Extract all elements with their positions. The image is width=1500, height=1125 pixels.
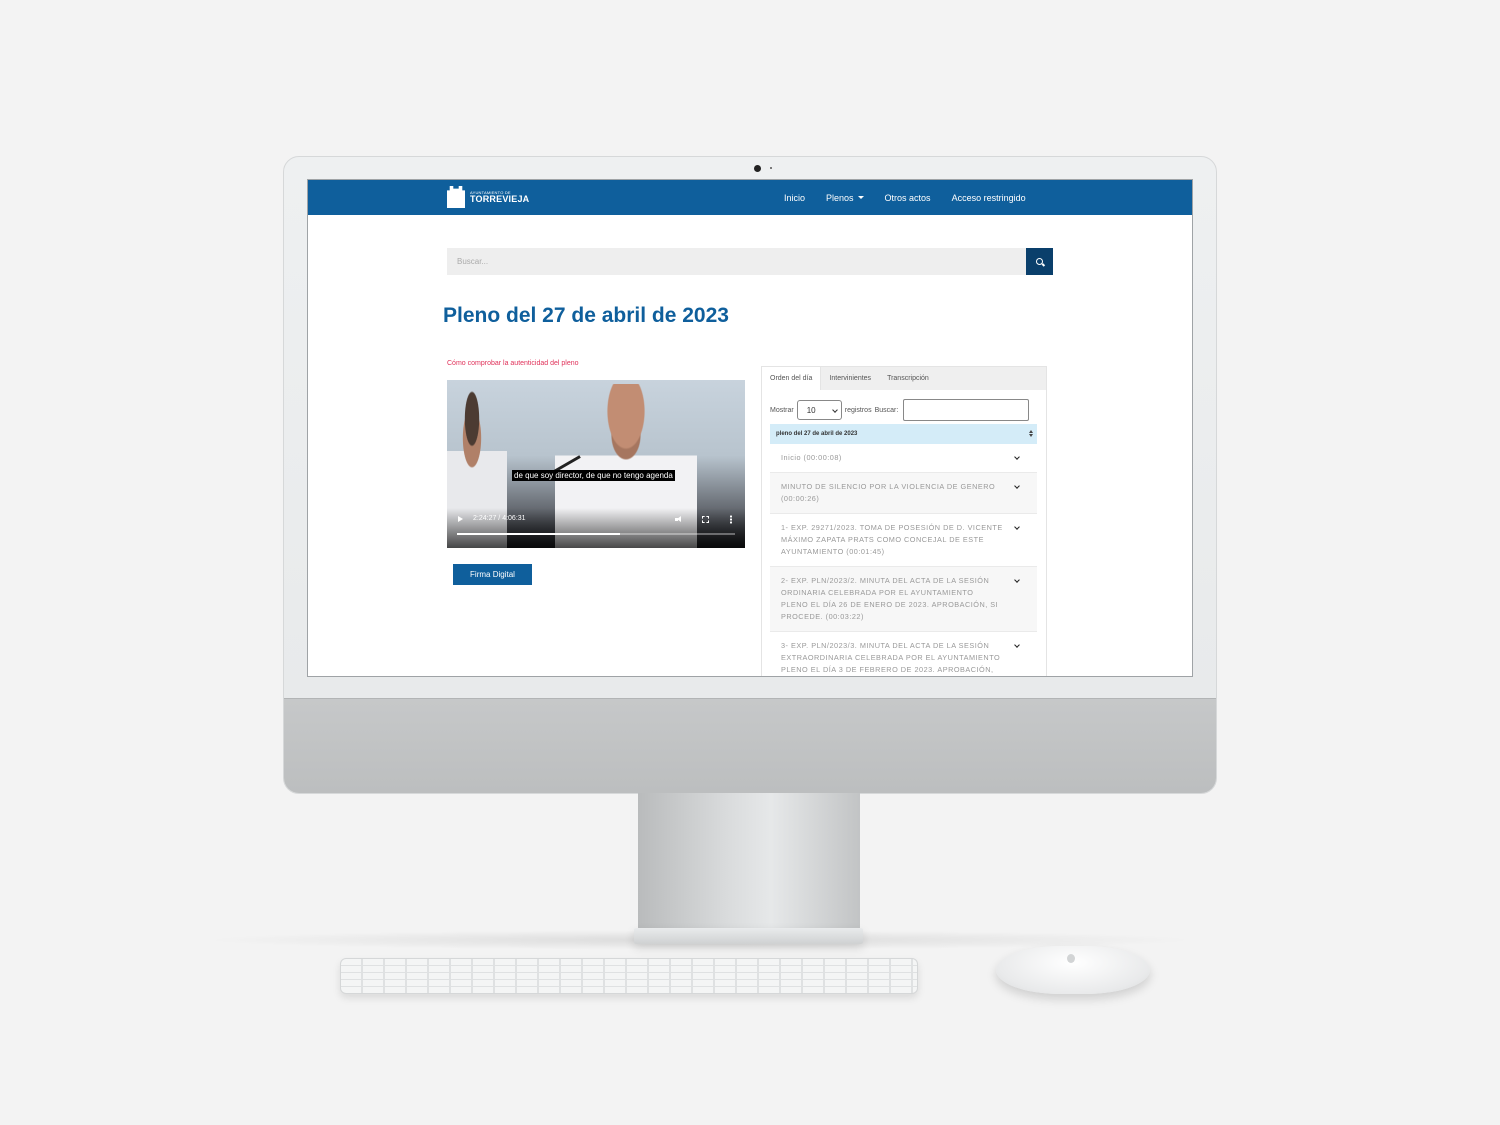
nav-link-otros-actos[interactable]: Otros actos [885, 193, 931, 203]
agenda-list: Inicio (00:00:08) MINUTO DE SILENCIO POR… [770, 444, 1037, 676]
monitor-chin [284, 698, 1216, 793]
firma-digital-button[interactable]: Firma Digital [453, 564, 532, 585]
video-player[interactable]: de que soy director, de que no tengo age… [447, 380, 745, 548]
mouse [996, 946, 1150, 994]
agenda-item-label: MINUTO DE SILENCIO POR LA VIOLENCIA DE G… [781, 482, 996, 503]
play-icon[interactable] [458, 516, 463, 522]
filter-label: Buscar: [874, 406, 899, 414]
agenda-item-label: 1- EXP. 29271/2023. TOMA DE POSESIÓN DE … [781, 523, 1003, 556]
nav-links: Inicio Plenos Otros actos Acceso restrin… [784, 180, 1026, 215]
nav-link-label: Plenos [826, 192, 854, 203]
nav-link-plenos[interactable]: Plenos [826, 193, 864, 203]
search-bar [447, 248, 1053, 275]
video-subtitle: de que soy director, de que no tengo age… [512, 470, 675, 481]
table-filter-input[interactable] [903, 399, 1030, 421]
page-title: Pleno del 27 de abril de 2023 [443, 304, 729, 327]
tab-transcripcion[interactable]: Transcripción [879, 367, 937, 390]
site-logo[interactable]: AYUNTAMIENTO DE TORREVIEJA [447, 186, 529, 208]
records-label: registros [844, 406, 872, 414]
caret-down-icon [857, 196, 864, 199]
nav-link-label: Otros actos [884, 192, 931, 203]
screen: AYUNTAMIENTO DE TORREVIEJA Inicio Plenos… [307, 179, 1193, 677]
video-controls [447, 508, 745, 548]
logo-text: AYUNTAMIENTO DE TORREVIEJA [470, 190, 530, 204]
agenda-item[interactable]: 3- EXP. PLN/2023/3. MINUTA DEL ACTA DE L… [770, 632, 1037, 676]
search-icon [1036, 258, 1043, 265]
page-size-select[interactable]: 10 [796, 400, 842, 420]
nav-link-label: Inicio [784, 192, 806, 203]
chevron-down-icon [1014, 524, 1020, 530]
nav-link-acceso-restringido[interactable]: Acceso restringido [952, 193, 1026, 203]
camera-sensor [770, 167, 772, 169]
camera [754, 165, 761, 172]
search-input[interactable] [447, 248, 1026, 275]
table-column-header[interactable]: pleno del 27 de abril de 2023 [770, 424, 1037, 444]
keyboard [340, 958, 918, 994]
sort-icon [1029, 430, 1033, 438]
agenda-item[interactable]: Inicio (00:00:08) [770, 444, 1037, 473]
chevron-down-icon [1014, 642, 1020, 648]
monitor-stand-base [634, 928, 863, 944]
search-button[interactable] [1026, 248, 1053, 275]
tab-intervinientes[interactable]: Intervinientes [821, 367, 879, 390]
agenda-item-label: 3- EXP. PLN/2023/3. MINUTA DEL ACTA DE L… [781, 641, 1001, 674]
agenda-item[interactable]: MINUTO DE SILENCIO POR LA VIOLENCIA DE G… [770, 473, 1037, 514]
show-label: Mostrar [770, 406, 794, 414]
logo-big-text: TORREVIEJA [470, 193, 530, 204]
fullscreen-icon[interactable] [702, 516, 709, 523]
agenda-item[interactable]: 1- EXP. 29271/2023. TOMA DE POSESIÓN DE … [770, 514, 1037, 567]
volume-icon[interactable] [675, 516, 683, 523]
chevron-down-icon [1014, 577, 1020, 583]
agenda-panel: Orden del día Intervinientes Transcripci… [761, 366, 1047, 676]
more-options-icon[interactable] [730, 515, 732, 524]
chevron-down-icon [1014, 454, 1020, 460]
video-time: 2:24:27 / 4:06:31 [473, 515, 526, 522]
nav-link-label: Acceso restringido [951, 192, 1026, 203]
column-header-label: pleno del 27 de abril de 2023 [776, 431, 858, 437]
panel-tabs: Orden del día Intervinientes Transcripci… [762, 367, 1046, 390]
castle-icon [447, 186, 465, 208]
tab-orden-del-dia[interactable]: Orden del día [762, 367, 822, 390]
authenticity-link[interactable]: Cómo comprobar la autenticidad del pleno [447, 360, 579, 367]
navbar: AYUNTAMIENTO DE TORREVIEJA Inicio Plenos… [308, 180, 1192, 215]
table-controls: Mostrar 10 registros Buscar: [770, 399, 1030, 421]
video-progress-fill [457, 533, 621, 535]
video-progress-bar[interactable] [457, 533, 735, 535]
apple-logo-icon [1067, 954, 1075, 963]
monitor-stand [638, 793, 860, 933]
agenda-item[interactable]: 2- EXP. PLN/2023/2. MINUTA DEL ACTA DE L… [770, 567, 1037, 632]
agenda-item-label: Inicio (00:00:08) [781, 453, 842, 462]
chevron-down-icon [1014, 483, 1020, 489]
agenda-item-label: 2- EXP. PLN/2023/2. MINUTA DEL ACTA DE L… [781, 576, 999, 621]
nav-link-inicio[interactable]: Inicio [784, 193, 805, 203]
